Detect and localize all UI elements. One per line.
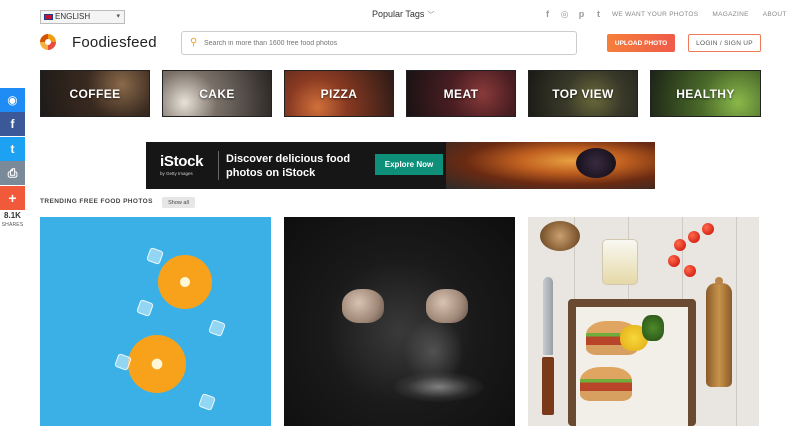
knife <box>540 277 556 417</box>
pepper-grinder <box>706 277 732 387</box>
category-coffee[interactable]: COFFEE <box>40 70 150 117</box>
tomato <box>668 255 680 267</box>
link-magazine[interactable]: MAGAZINE <box>712 11 748 18</box>
category-top-view[interactable]: TOP VIEW <box>528 70 638 117</box>
right-hand <box>426 289 468 323</box>
banner-food-image <box>446 142 655 189</box>
category-label: COFFEE <box>69 87 121 101</box>
category-meat[interactable]: MEAT <box>406 70 516 117</box>
ice-cube <box>208 319 226 337</box>
left-hand <box>342 289 384 323</box>
category-healthy[interactable]: HEALTHY <box>650 70 761 117</box>
category-pizza[interactable]: PIZZA <box>284 70 394 117</box>
photo-flour-hands[interactable] <box>284 217 515 426</box>
photo-oranges[interactable] <box>40 217 271 426</box>
nut-bowl <box>540 221 580 251</box>
flour-pile <box>394 372 484 402</box>
ice-cube <box>146 247 164 265</box>
twitter-icon[interactable]: t <box>594 9 603 20</box>
uk-flag-icon <box>44 14 53 20</box>
explore-now-button[interactable]: Explore Now <box>375 154 443 175</box>
tomato <box>684 265 696 277</box>
facebook-icon[interactable]: f <box>543 9 552 20</box>
search-input[interactable] <box>204 36 564 51</box>
ice-cube <box>198 393 216 411</box>
photo-burgers[interactable] <box>528 217 759 426</box>
popular-tags-label: Popular Tags <box>372 9 425 19</box>
messenger-share-icon[interactable]: ◉ <box>0 88 25 112</box>
pinterest-icon[interactable]: p <box>577 9 586 20</box>
foodiesfeed-logo-icon[interactable] <box>40 34 56 50</box>
tomato <box>688 231 700 243</box>
trending-title: TRENDING FREE FOOD PHOTOS <box>40 198 153 205</box>
language-selector[interactable]: ENGLISH ▾ <box>40 10 125 24</box>
link-about[interactable]: ABOUT <box>763 11 787 18</box>
top-links: WE WANT YOUR PHOTOS MAGAZINE ABOUT <box>612 11 787 18</box>
show-all-button[interactable]: Show all <box>162 197 195 208</box>
ice-cube <box>136 299 154 317</box>
orange-slice <box>158 255 212 309</box>
search-box: ⚲ <box>181 31 577 55</box>
popular-tags-menu[interactable]: Popular Tags ﹀ <box>372 9 434 20</box>
lemonade-glass <box>602 239 638 285</box>
social-links: f ◎ p t <box>543 9 603 20</box>
category-cake[interactable]: CAKE <box>162 70 272 117</box>
istock-banner[interactable]: iStock by Getty Images Discover deliciou… <box>146 142 655 189</box>
serving-board <box>568 299 696 426</box>
category-label: TOP VIEW <box>552 87 614 101</box>
burger <box>580 367 632 401</box>
wood-plank-line <box>736 217 737 426</box>
knife-blade <box>543 277 553 355</box>
broccoli <box>642 315 664 341</box>
tomato <box>702 223 714 235</box>
category-label: CAKE <box>199 87 235 101</box>
login-signup-button[interactable]: LOGIN / SIGN UP <box>688 34 761 52</box>
share-count: 8.1K <box>4 211 21 220</box>
upload-photo-button[interactable]: UPLOAD PHOTO <box>607 34 675 52</box>
instagram-icon[interactable]: ◎ <box>560 9 569 20</box>
category-label: PIZZA <box>320 87 358 101</box>
print-share-icon[interactable]: ⎙ <box>0 161 25 185</box>
chevron-down-icon: ﹀ <box>427 12 435 19</box>
getty-subtitle: by Getty Images <box>160 171 193 176</box>
category-label: MEAT <box>443 87 479 101</box>
more-share-icon[interactable]: + <box>0 186 25 210</box>
orange-slice <box>128 335 186 393</box>
category-label: HEALTHY <box>676 87 735 101</box>
brand-name[interactable]: Foodiesfeed <box>72 34 157 51</box>
share-label: SHARES <box>1 222 24 228</box>
knife-handle <box>542 357 554 415</box>
istock-logo: iStock <box>160 153 204 170</box>
twitter-share-icon[interactable]: t <box>0 137 25 161</box>
chevron-down-icon: ▾ <box>116 13 120 20</box>
link-we-want-your-photos[interactable]: WE WANT YOUR PHOTOS <box>612 11 698 18</box>
banner-divider <box>218 151 219 180</box>
search-icon: ⚲ <box>190 37 198 48</box>
banner-headline: Discover delicious food photos on iStock <box>226 153 351 179</box>
tomato <box>674 239 686 251</box>
facebook-share-icon[interactable]: f <box>0 112 25 136</box>
language-label: ENGLISH <box>55 12 91 21</box>
